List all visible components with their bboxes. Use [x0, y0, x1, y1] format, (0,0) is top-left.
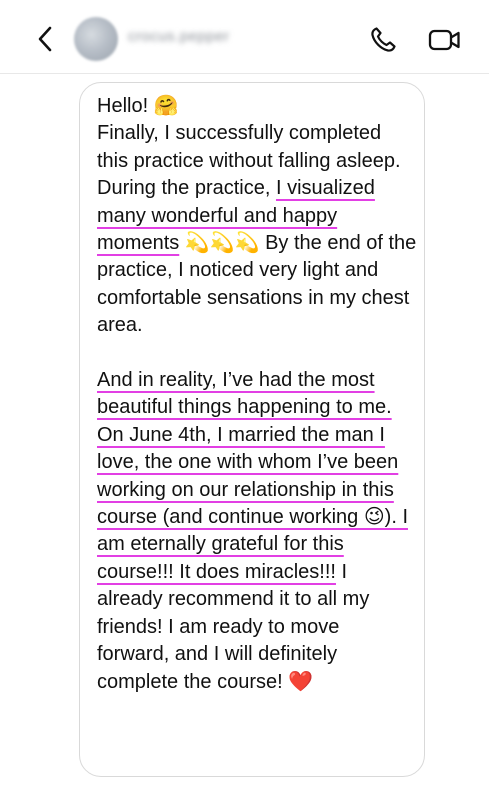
message-text: Hello! 🤗 Finally, I successfully complet…	[97, 93, 417, 696]
chat-header: crocus.pepper	[0, 0, 489, 74]
avatar[interactable]	[74, 17, 118, 61]
video-call-button[interactable]	[428, 26, 462, 54]
paragraph-2: And in reality, I’ve had the most beauti…	[97, 367, 417, 696]
greeting: Hello! 🤗	[97, 93, 417, 120]
chevron-left-icon	[38, 26, 52, 52]
paragraph-1: Finally, I successfully completed this p…	[97, 120, 417, 339]
video-camera-icon	[428, 29, 460, 51]
contact-username[interactable]: crocus.pepper	[128, 28, 230, 45]
phone-icon	[371, 27, 396, 52]
call-button[interactable]	[368, 25, 398, 55]
back-button[interactable]	[33, 24, 59, 54]
sparkle-emojis: 💫💫💫	[179, 232, 266, 255]
greeting-text: Hello!	[97, 95, 154, 117]
highlighted-text-2: And in reality, I’ve had the most beauti…	[97, 369, 408, 583]
hugging-emoji: 🤗	[153, 95, 179, 117]
